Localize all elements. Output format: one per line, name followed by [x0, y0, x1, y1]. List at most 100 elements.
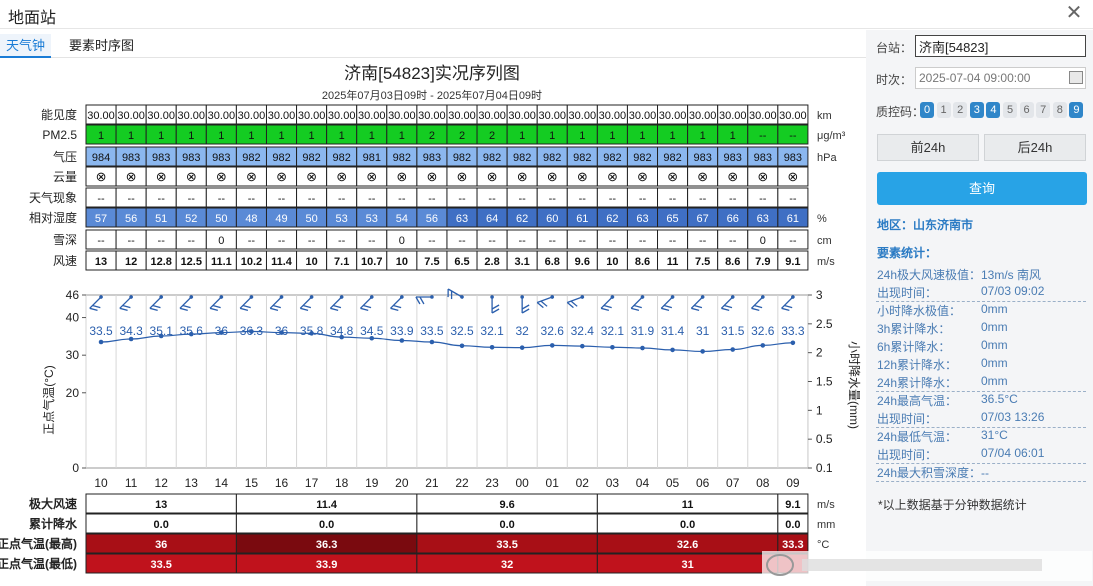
cell-value: 983 [693, 152, 711, 164]
cell-value: ⊗ [126, 169, 137, 184]
cell-value: -- [278, 193, 286, 205]
query-button[interactable]: 查询 [877, 172, 1087, 205]
cell-value: 981 [363, 152, 381, 164]
temperature-label: 36 [275, 324, 289, 338]
region-label: 地区：山东济南市 [877, 218, 974, 232]
cell-value: 1 [579, 130, 585, 142]
cell-value: ⊗ [517, 169, 528, 184]
stat-key: 12h累计降水： [877, 358, 958, 372]
cell-value: 63 [757, 213, 769, 225]
temperature-label: 32.1 [480, 324, 504, 338]
cell-value: -- [338, 235, 346, 247]
cell-value: ⊗ [697, 169, 708, 184]
temperature-label: 31.9 [631, 324, 655, 338]
temperature-label: 32.6 [541, 324, 565, 338]
row-label: 风速 [53, 254, 77, 268]
y-tick-label: 30 [66, 348, 80, 362]
cell-value: 983 [122, 152, 140, 164]
qc-code-9[interactable]: 9 [1069, 102, 1084, 118]
qc-code-3[interactable]: 3 [969, 102, 984, 118]
cell-value: 10 [396, 256, 408, 268]
cell-value: 12.8 [150, 256, 171, 268]
bottom-cell-value: 0.0 [499, 519, 514, 531]
temperature-label: 33.5 [420, 324, 444, 338]
cell-value: ⊗ [246, 169, 257, 184]
cell-value: 64 [486, 213, 498, 225]
cell-value: 30.00 [538, 110, 566, 122]
temperature-point [549, 343, 555, 348]
window-title: 地面站 [8, 10, 57, 27]
cell-value: 63 [456, 213, 468, 225]
time-input[interactable] [915, 67, 1086, 89]
x-tick-label: 21 [425, 476, 439, 490]
x-tick-label: 02 [576, 476, 590, 490]
cell-value: -- [729, 193, 737, 205]
qc-code-4[interactable]: 4 [986, 102, 1001, 118]
cell-value: -- [398, 193, 406, 205]
station-input[interactable] [915, 35, 1086, 57]
qc-code-6[interactable]: 6 [1019, 102, 1034, 118]
stat-key: 24h累计降水： [877, 376, 958, 390]
cell-value: 6.8 [545, 256, 560, 268]
cell-value: -- [579, 235, 587, 247]
cell-value: -- [789, 130, 797, 142]
qc-code-7[interactable]: 7 [1036, 102, 1051, 118]
row-label: 云量 [53, 170, 77, 184]
cell-value: -- [158, 193, 166, 205]
cell-value: 1 [128, 130, 134, 142]
close-icon[interactable]: ✕ [1064, 3, 1084, 23]
y2-tick-label: 2 [816, 346, 823, 360]
row-unit: hPa [817, 152, 837, 164]
cell-value: 983 [152, 152, 170, 164]
cell-value: 30.00 [659, 110, 687, 122]
cell-value: 52 [185, 213, 197, 225]
qc-code-0[interactable]: 0 [920, 102, 934, 118]
next-24h-button[interactable]: 后24h [984, 134, 1086, 161]
stat-row: 12h累计降水： 0mm [876, 356, 1086, 374]
row-unit: m/s [817, 256, 835, 268]
cell-value: 1 [309, 130, 315, 142]
stat-row: 出现时间： 07/03 09:02 [876, 284, 1086, 302]
cell-value: 30.00 [749, 110, 777, 122]
cell-value: 30.00 [418, 110, 446, 122]
cell-value: 30.00 [478, 110, 506, 122]
qc-code-5[interactable]: 5 [1003, 102, 1017, 118]
bottom-cell-value: 33.9 [316, 559, 337, 571]
y-tick-label: 20 [66, 386, 80, 400]
cell-value: 982 [633, 152, 651, 164]
cell-value: -- [549, 235, 557, 247]
cell-value: 0 [218, 235, 224, 247]
temperature-label: 34.3 [119, 324, 143, 338]
x-tick-label: 09 [786, 476, 800, 490]
y-tick-label: 40 [66, 311, 80, 325]
cell-value: 1 [218, 130, 224, 142]
cell-value: 12 [125, 256, 137, 268]
tab-bar: 天气钟 要素时序图 [0, 34, 866, 58]
stat-row: 6h累计降水： 0mm [876, 338, 1086, 356]
stat-row: 3h累计降水： 0mm [876, 320, 1086, 338]
qc-code-1[interactable]: 1 [936, 102, 951, 118]
tab-weather-clock[interactable]: 天气钟 [0, 34, 52, 58]
stat-row: 小时降水极值： 0mm [876, 302, 1086, 320]
cell-value: 9.6 [575, 256, 590, 268]
cell-value: -- [188, 235, 196, 247]
temperature-point [489, 344, 495, 350]
cell-value: 30.00 [358, 110, 386, 122]
calendar-icon[interactable] [1069, 71, 1083, 84]
bottom-cell-value: 36.3 [316, 539, 337, 551]
cell-value: -- [97, 193, 105, 205]
qc-code-2[interactable]: 2 [953, 102, 968, 118]
cell-value: 54 [396, 213, 408, 225]
cell-value: -- [669, 235, 677, 247]
cell-value: 982 [333, 152, 351, 164]
stat-key: 24h最低气温： [877, 430, 958, 444]
prev-24h-button[interactable]: 前24h [877, 134, 979, 161]
cell-value: -- [218, 193, 226, 205]
cell-value: 51 [155, 213, 167, 225]
cell-value: ⊗ [186, 169, 197, 184]
tab-element-series[interactable]: 要素时序图 [63, 34, 140, 58]
y2-axis-title: 小时降水量(mm) [847, 341, 861, 429]
temperature-label: 33.9 [390, 324, 414, 338]
cell-value: 30.00 [298, 110, 326, 122]
qc-code-8[interactable]: 8 [1052, 102, 1067, 118]
